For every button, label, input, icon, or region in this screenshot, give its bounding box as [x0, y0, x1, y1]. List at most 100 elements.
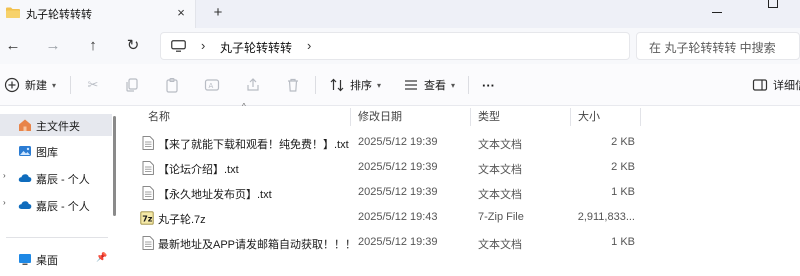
onedrive-cloud-icon — [18, 174, 32, 182]
svg-text:A: A — [209, 82, 214, 90]
text-file-icon — [142, 161, 154, 175]
file-size: 1 KB — [611, 236, 635, 248]
divider — [6, 237, 108, 238]
delete-button[interactable] — [285, 76, 301, 94]
paste-button[interactable] — [164, 76, 180, 94]
forward-icon[interactable]: → — [44, 37, 62, 55]
onedrive-cloud-icon — [18, 201, 32, 209]
text-file-icon — [142, 186, 154, 200]
file-date: 2025/5/12 19:39 — [358, 136, 438, 148]
column-divider[interactable] — [470, 108, 471, 126]
chevron-down-icon: ▾ — [52, 80, 57, 90]
sidebar-item-onedrive[interactable]: › 嘉辰 - 个人 — [0, 167, 112, 189]
pin-icon[interactable]: 📌 — [96, 252, 107, 263]
monitor-icon — [171, 40, 186, 52]
tab-current[interactable]: 丸子轮转转转 × — [0, 0, 196, 28]
chevron-right-icon[interactable]: › — [201, 37, 205, 55]
details-pane-button[interactable]: 详细信 — [752, 76, 800, 94]
minimize-button[interactable] — [712, 12, 722, 13]
new-tab-button[interactable]: + — [210, 4, 226, 22]
file-row[interactable]: 【永久地址发布页】.txt 2025/5/12 19:39 文本文档 1 KB — [122, 181, 800, 206]
back-icon[interactable]: ← — [4, 37, 22, 55]
file-row[interactable]: 最新地址及APP请发邮箱自动获取！！！... 2025/5/12 19:39 文… — [122, 231, 800, 256]
view-list-icon — [405, 80, 417, 90]
breadcrumb[interactable]: 丸子轮转转转 — [220, 39, 292, 56]
chevron-right-icon[interactable]: › — [3, 171, 13, 180]
file-date: 2025/5/12 19:43 — [358, 211, 438, 223]
navigation-bar: ← → ↑ ↻ › 丸子轮转转转 › 在 丸子轮转转转 中搜索 — [0, 28, 800, 64]
file-size: 2 KB — [611, 161, 635, 173]
divider — [70, 76, 71, 94]
search-placeholder: 在 丸子轮转转转 中搜索 — [649, 41, 776, 55]
cut-button[interactable]: ✂ — [85, 76, 101, 94]
view-button[interactable]: 查看 ▾ — [403, 76, 455, 94]
new-button[interactable]: 新建 ▾ — [4, 76, 56, 94]
sidebar-item-home[interactable]: 主文件夹 — [0, 114, 112, 136]
gallery-icon — [19, 146, 31, 156]
file-type: 7-Zip File — [478, 211, 524, 223]
file-size: 1 KB — [611, 186, 635, 198]
sidebar-item-onedrive[interactable]: › 嘉辰 - 个人 — [0, 194, 112, 216]
file-type: 文本文档 — [478, 139, 522, 151]
copy-button[interactable] — [124, 76, 140, 94]
column-divider[interactable] — [570, 108, 571, 126]
address-bar[interactable]: › 丸子轮转转转 › — [160, 32, 630, 60]
add-circle-icon — [4, 77, 20, 93]
file-name: 丸子轮.7z — [158, 214, 206, 226]
chevron-right-icon[interactable]: › — [307, 37, 311, 55]
svg-text:7z: 7z — [142, 215, 153, 224]
file-row[interactable]: 【来了就能下载和观看！纯免费！】.txt 2025/5/12 19:39 文本文… — [122, 131, 800, 156]
column-header-type[interactable]: 类型 — [478, 106, 500, 128]
rename-icon: A — [204, 79, 220, 91]
up-icon[interactable]: ↑ — [84, 37, 102, 55]
chevron-right-icon[interactable]: › — [3, 198, 13, 207]
sidebar-item-label: 主文件夹 — [36, 121, 80, 133]
more-options-button[interactable]: ··· — [482, 76, 495, 94]
sidebar-scrollbar-thumb[interactable] — [113, 116, 116, 216]
tab-title: 丸子轮转转转 — [26, 9, 92, 21]
clipboard-icon — [166, 77, 178, 93]
file-date: 2025/5/12 19:39 — [358, 186, 438, 198]
maximize-button[interactable] — [768, 0, 778, 8]
chevron-down-icon: ▾ — [451, 80, 456, 90]
file-row[interactable]: 【论坛介绍】.txt 2025/5/12 19:39 文本文档 2 KB — [122, 156, 800, 181]
sidebar-item-desktop[interactable]: 桌面 📌 — [0, 248, 112, 270]
divider — [468, 76, 469, 94]
column-header-name[interactable]: 名称 — [148, 106, 170, 128]
file-name: 最新地址及APP请发邮箱自动获取！！！... — [158, 239, 350, 251]
file-date: 2025/5/12 19:39 — [358, 161, 438, 173]
file-size: 2 KB — [611, 136, 635, 148]
column-header-date[interactable]: 修改日期 — [358, 106, 402, 128]
home-icon — [19, 119, 31, 131]
sort-label: 排序 — [350, 80, 372, 92]
divider — [315, 76, 316, 94]
folder-icon — [6, 7, 20, 18]
sidebar-item-gallery[interactable]: 图库 — [0, 140, 112, 162]
search-input[interactable]: 在 丸子轮转转转 中搜索 — [636, 32, 800, 60]
refresh-icon[interactable]: ↻ — [124, 37, 142, 55]
column-divider[interactable] — [640, 108, 641, 126]
sort-ascending-icon: ^ — [242, 102, 246, 111]
sort-button[interactable]: 排序 ▾ — [329, 76, 381, 94]
close-tab-icon[interactable]: × — [174, 4, 188, 22]
view-label: 查看 — [424, 80, 446, 92]
copy-icon — [126, 78, 138, 92]
file-type: 文本文档 — [478, 189, 522, 201]
file-type: 文本文档 — [478, 239, 522, 251]
command-bar: 新建 ▾ ✂ A 排序 ▾ 查看 ▾ ··· 详细 — [0, 64, 800, 106]
file-name: 【论坛介绍】.txt — [158, 164, 239, 176]
file-type: 文本文档 — [478, 164, 522, 176]
column-header-size[interactable]: 大小 — [578, 106, 600, 128]
trash-icon — [288, 78, 298, 92]
share-button[interactable] — [245, 76, 261, 94]
sidebar-item-label: 桌面 — [36, 255, 58, 267]
navigation-pane: 主文件夹 图库 › 嘉辰 - 个人 › 嘉辰 - 个人 桌面 📌 — [0, 106, 112, 276]
rename-button[interactable]: A — [204, 76, 220, 94]
file-size: 2,911,833... — [577, 211, 635, 223]
file-row[interactable]: 7z 丸子轮.7z 2025/5/12 19:43 7-Zip File 2,9… — [122, 206, 800, 231]
sidebar-item-label: 嘉辰 - 个人 — [36, 201, 90, 213]
desktop-icon — [19, 254, 31, 265]
text-file-icon — [142, 136, 154, 150]
file-list: ^ 名称 修改日期 类型 大小 【来了就能下载和观看！纯免费！】.txt 202… — [122, 102, 800, 276]
column-divider[interactable] — [350, 108, 351, 126]
